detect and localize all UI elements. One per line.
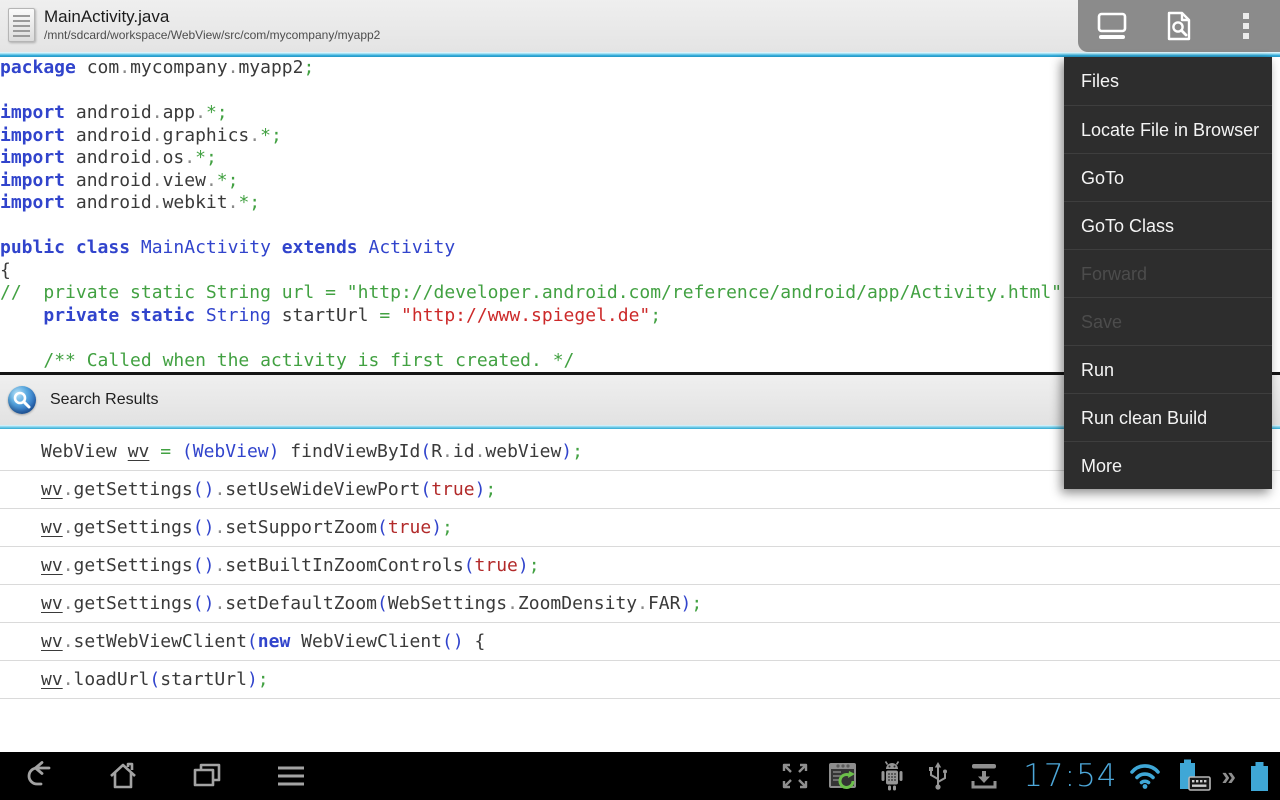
home-button[interactable] [106, 759, 140, 793]
app-sync-icon [829, 763, 857, 789]
nav-buttons [0, 759, 308, 793]
search-result-row[interactable]: wv.getSettings().setDefaultZoom(WebSetti… [0, 585, 1280, 623]
system-navbar: 17:54 » [0, 752, 1280, 800]
screen: MainActivity.java /mnt/sdcard/workspace/… [0, 0, 1280, 800]
topbar-title-button[interactable]: MainActivity.java /mnt/sdcard/workspace/… [0, 0, 500, 52]
menu-item-goto-class[interactable]: GoTo Class [1064, 201, 1272, 249]
recents-icon [193, 763, 221, 787]
search-sphere-icon [8, 386, 36, 414]
keyboard-badge-icon [1187, 776, 1211, 791]
menu-item-run[interactable]: Run [1064, 345, 1272, 393]
action-button-group [1078, 0, 1280, 52]
document-icon [8, 8, 35, 42]
tray-download-icon [971, 764, 997, 789]
system-tray-icons [781, 760, 999, 792]
menu-item-locate-file-in-browser[interactable]: Locate File in Browser [1064, 105, 1272, 153]
recents-button[interactable] [190, 759, 224, 793]
menu-item-more[interactable]: More [1064, 441, 1272, 489]
home-icon [110, 762, 136, 789]
menu-item-files[interactable]: Files [1064, 57, 1272, 105]
menu-item-save: Save [1064, 297, 1272, 345]
keyboard-button[interactable] [1085, 3, 1139, 49]
android-debug-icon [881, 761, 903, 791]
wifi-icon [1129, 764, 1160, 789]
clock: 17:54 [1023, 758, 1118, 794]
chevrons-icon: » [1221, 761, 1236, 791]
search-result-row[interactable]: wv.loadUrl(startUrl); [0, 661, 1280, 699]
menu-item-forward: Forward [1064, 249, 1272, 297]
page-title: MainActivity.java [44, 7, 170, 26]
expand-icon [782, 763, 808, 789]
menu-bars-button[interactable] [274, 759, 308, 793]
file-search-button[interactable] [1152, 3, 1206, 49]
usb-icon [929, 762, 948, 790]
file-search-icon [1167, 11, 1191, 41]
back-button[interactable] [22, 759, 56, 793]
search-results-title: Search Results [50, 391, 159, 408]
topbar: MainActivity.java /mnt/sdcard/workspace/… [0, 0, 1280, 52]
menu-item-run-clean-build[interactable]: Run clean Build [1064, 393, 1272, 441]
overflow-icon [1243, 13, 1250, 39]
status-area[interactable]: 17:54 » [781, 752, 1274, 800]
back-icon [27, 761, 51, 786]
menu-item-goto[interactable]: GoTo [1064, 153, 1272, 201]
menu-bars-icon [278, 766, 304, 786]
battery-keyboard-indicator [1172, 756, 1212, 796]
search-result-row[interactable]: wv.getSettings().setSupportZoom(true); [0, 509, 1280, 547]
search-result-row[interactable]: wv.setWebViewClient(new WebViewClient() … [0, 623, 1280, 661]
search-result-row[interactable]: wv.getSettings().setBuiltInZoomControls(… [0, 547, 1280, 585]
file-path: /mnt/sdcard/workspace/WebView/src/com/my… [44, 28, 381, 42]
options-menu: Files Locate File in Browser GoTo GoTo Clas… [1064, 57, 1272, 489]
overflow-button[interactable] [1219, 3, 1273, 49]
keyboard-icon [1097, 12, 1126, 39]
battery-icon [1251, 762, 1268, 791]
